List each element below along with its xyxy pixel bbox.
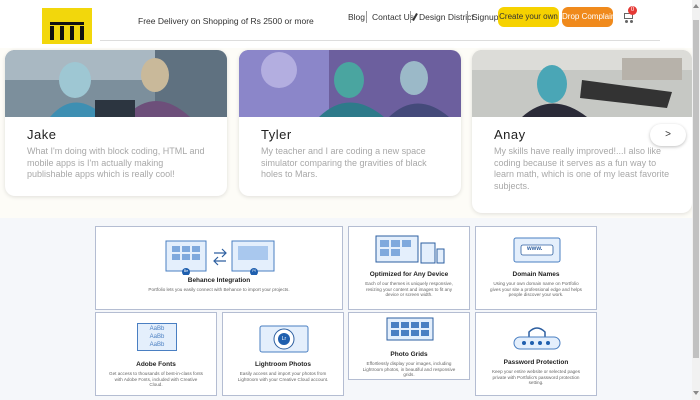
behance-badge: Be (183, 269, 189, 273)
feature-title: Photo Grids (390, 351, 428, 358)
create-your-own-button[interactable]: Create your own (498, 7, 559, 27)
feature-title: Behance Integration (187, 277, 251, 284)
scroll-up-arrow-icon[interactable] (693, 4, 699, 8)
feature-description: Using your own domain name on Portfolio … (490, 281, 582, 298)
nav-design-district-label: Design District (419, 12, 474, 22)
testimonial-card-tyler: Tyler My teacher and I are coding a new … (239, 50, 461, 196)
feature-description: Portfolio lets you easily connect with B… (148, 287, 290, 292)
logo-bars (50, 26, 84, 40)
nav-divider (366, 11, 367, 23)
lightroom-badge: Lr (281, 336, 287, 342)
devices-icon (375, 235, 445, 264)
font-sample: AaBb (149, 334, 165, 340)
testimonial-name: Jake (27, 127, 57, 142)
font-sample: AaBb (149, 326, 165, 332)
feature-title: Domain Names (512, 271, 560, 278)
feature-title: Optimized for Any Device (369, 271, 449, 278)
testimonial-photo (239, 50, 461, 117)
feature-password-protection: Password Protection Keep your entire web… (475, 312, 597, 396)
nav-divider (467, 11, 468, 23)
free-delivery-notice: Free Delivery on Shopping of Rs 2500 or … (138, 16, 314, 26)
feature-photo-grids: Photo Grids Effortlessly display your im… (348, 312, 470, 380)
header-divider (100, 40, 660, 41)
page-scrollbar[interactable] (692, 0, 700, 400)
feature-description: Effortlessly display your images, includ… (362, 361, 456, 378)
scrollbar-thumb[interactable] (693, 20, 699, 358)
behance-integration-icon (165, 240, 275, 275)
feature-description: Easily access and import your photos fro… (237, 371, 329, 382)
testimonial-text: My skills have really improved!...I also… (494, 146, 670, 191)
testimonial-text: My teacher and I are coding a new space … (261, 146, 427, 179)
nav-signup-link[interactable]: Signup (472, 12, 498, 22)
fonts-icon: AaBb AaBb AaBb (137, 323, 177, 351)
feature-description: Get access to thousands of best-in-class… (109, 371, 203, 388)
nav-contact-link[interactable]: Contact Us (372, 12, 414, 22)
testimonial-name: Tyler (261, 127, 292, 142)
brand-logo[interactable] (42, 8, 92, 44)
nav-divider (410, 11, 411, 23)
password-icon (513, 327, 561, 350)
nav-design-district-link[interactable]: Design District (412, 12, 474, 22)
feature-domain-names: www. Domain Names Using your own domain … (475, 226, 597, 310)
site-header: Free Delivery on Shopping of Rs 2500 or … (0, 0, 692, 48)
testimonial-photo (5, 50, 227, 117)
portfolio-badge: Pf (252, 269, 256, 273)
feature-title: Adobe Fonts (136, 361, 176, 368)
testimonial-photo (472, 50, 692, 117)
feature-title: Password Protection (503, 359, 569, 366)
feature-behance-integration: Be Pf Behance Integration Portfolio lets… (95, 226, 343, 310)
nav-blog-link[interactable]: Blog (348, 12, 365, 22)
www-label: www. (527, 246, 543, 252)
feature-lightroom-photos: Lr Lightroom Photos Easily access and im… (222, 312, 344, 396)
testimonial-card-jake: Jake What I'm doing with block coding, H… (5, 50, 227, 196)
testimonial-text: What I'm doing with block coding, HTML a… (27, 146, 205, 179)
scroll-down-arrow-icon[interactable] (693, 391, 699, 395)
feature-title: Lightroom Photos (255, 361, 311, 368)
feature-optimized-any-device: Optimized for Any Device Each of our the… (348, 226, 470, 310)
feature-description: Each of our themes is uniquely responsiv… (365, 281, 453, 298)
next-arrow-button[interactable]: > (650, 124, 686, 146)
photo-grid-icon (386, 317, 434, 341)
drop-complaint-button[interactable]: Drop Complaint (562, 7, 618, 27)
font-sample: AaBb (149, 342, 165, 348)
testimonial-name: Anay (494, 127, 526, 142)
logo-mark (50, 22, 84, 25)
feature-description: Keep your entire website or selected pag… (491, 369, 581, 386)
cart-count-badge: 0 (628, 6, 637, 15)
feature-adobe-fonts: AaBb AaBb AaBb Adobe Fonts Get access to… (95, 312, 217, 396)
